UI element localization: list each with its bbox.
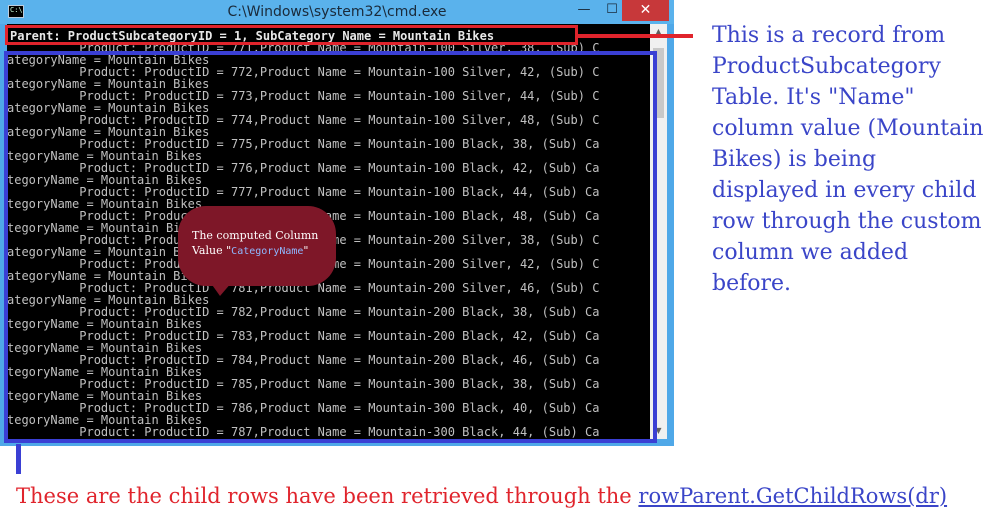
parent-record-highlight: [5, 25, 578, 45]
close-button[interactable]: ✕: [622, 0, 669, 21]
computed-column-callout: The computed Column Value "CategoryName": [178, 206, 336, 286]
get-child-rows-link[interactable]: rowParent.GetChildRows(dr): [638, 484, 947, 508]
minimize-button[interactable]: —: [570, 0, 598, 21]
callout-text: The computed Column Value "CategoryName": [192, 228, 332, 259]
parent-record-annotation: This is a record from ProductSubcategory…: [712, 23, 984, 296]
callout-tail: [210, 282, 232, 296]
child-rows-connector: [16, 444, 21, 474]
child-rows-annotation-text: These are the child rows have been retri…: [16, 484, 639, 508]
callout-code: CategoryName: [231, 246, 304, 257]
child-rows-annotation: These are the child rows have been retri…: [16, 484, 990, 508]
parent-annotation-connector: [578, 34, 693, 38]
title-bar[interactable]: C:\Windows\system32\cmd.exe — ☐ ✕: [0, 0, 674, 24]
callout-text-suffix: ": [303, 244, 309, 257]
